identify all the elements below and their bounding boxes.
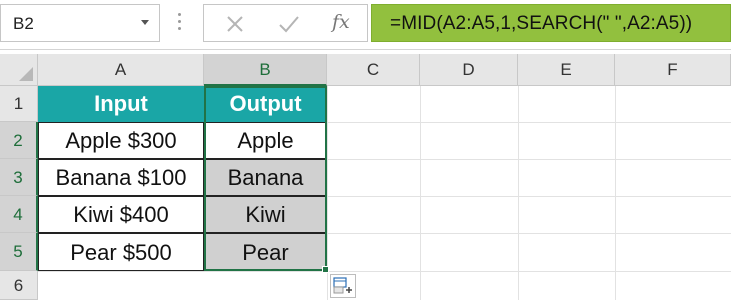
row-header-3[interactable]: 3 [0,159,38,196]
gridline [420,86,421,300]
confirm-check-icon[interactable] [274,10,304,38]
drag-handle-icon[interactable] [178,13,182,33]
select-all-icon [19,67,33,81]
gridline [518,86,519,300]
row-header-6[interactable]: 6 [0,271,38,300]
column-header-d[interactable]: D [420,54,518,86]
formula-input[interactable]: =MID(A2:A5,1,SEARCH(" ",A2:A5)) [371,4,731,42]
row-header-4[interactable]: 4 [0,196,38,233]
cancel-x-icon[interactable] [220,10,250,38]
row-header-5[interactable]: 5 [0,233,38,271]
fill-handle[interactable] [322,266,329,273]
column-header-e[interactable]: E [518,54,615,86]
cell-a5[interactable]: Pear $500 [38,233,204,271]
gridline [615,86,616,300]
cell-a1-input-header[interactable]: Input [38,86,204,122]
row-header-2[interactable]: 2 [0,122,38,159]
column-header-b[interactable]: B [204,54,327,86]
selection-range-outline [204,86,327,271]
name-box-value: B2 [13,14,34,33]
fx-icon[interactable]: fx [332,11,350,33]
chevron-down-icon[interactable] [141,20,149,25]
formula-text: =MID(A2:A5,1,SEARCH(" ",A2:A5)) [390,13,693,34]
column-header-a[interactable]: A [38,54,204,86]
cell-a3[interactable]: Banana $100 [38,159,204,196]
column-header-c[interactable]: C [327,54,420,86]
cell-a2[interactable]: Apple $300 [38,122,204,159]
name-box[interactable]: B2 [0,4,160,42]
gridline [38,271,731,272]
row-header-1[interactable]: 1 [0,86,38,122]
column-header-f[interactable]: F [615,54,731,86]
formula-bar-area: B2 fx =MID(A2:A5,1,SEARCH(" ",A2:A5)) [0,0,731,50]
quick-analysis-icon [333,277,352,294]
quick-analysis-button[interactable] [330,274,356,298]
formula-buttons: fx [203,4,368,42]
cell-a4[interactable]: Kiwi $400 [38,196,204,233]
select-all-corner[interactable] [0,54,38,86]
